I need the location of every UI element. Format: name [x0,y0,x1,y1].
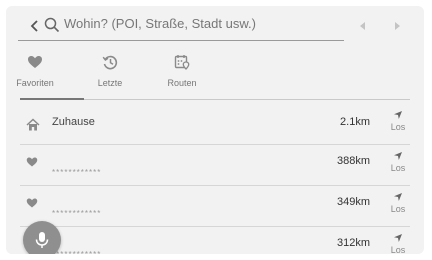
back-icon[interactable] [28,17,42,35]
page-prev-icon[interactable] [357,19,369,31]
heart-icon [27,54,43,70]
go-button[interactable]: Los [386,151,410,173]
tab-label: Letzte [97,78,123,88]
go-label: Los [390,204,406,214]
go-button[interactable]: Los [386,233,410,254]
search-bar: Wohin? (POI, Straße, Stadt usw.) [6,6,424,46]
active-tab-indicator [20,98,84,100]
list-item-favorite[interactable]: ************ 388km Los [6,145,424,185]
route-icon [174,54,190,70]
navigate-arrow-icon [394,152,402,160]
search-underline [18,40,344,41]
list-item-favorite[interactable]: ************ 349km Los [6,186,424,226]
tab-label: Favoriten [16,78,54,88]
list-item-distance: 349km [336,196,370,208]
list-item-title: Zuhause [52,116,95,128]
list-item-favorite[interactable]: ************ 312km Los [6,227,424,254]
go-label: Los [390,163,406,173]
search-icon [44,17,60,33]
list-item-distance: 312km [336,237,370,249]
list-item-home[interactable]: Zuhause 2.1km Los [6,104,424,144]
home-icon [26,118,40,132]
tab-favoriten[interactable]: Favoriten [6,54,64,88]
heart-icon [26,196,40,210]
search-input[interactable]: Wohin? (POI, Straße, Stadt usw.) [64,16,256,31]
page-next-icon[interactable] [391,19,403,31]
list-item-subtitle: ************ [52,168,102,177]
navigate-arrow-icon [394,193,402,201]
list-item-subtitle: ************ [52,250,101,254]
go-label: Los [390,245,406,254]
list-item-distance: 2.1km [340,116,370,128]
navigation-panel: Wohin? (POI, Straße, Stadt usw.) Favorit… [6,6,424,254]
navigate-arrow-icon [394,111,402,119]
voice-input-button[interactable] [23,221,61,254]
heart-icon [26,155,40,169]
list-item-subtitle: ************ [52,209,102,218]
tab-routen[interactable]: Routen [160,54,204,88]
go-button[interactable]: Los [386,192,410,214]
tab-letzte[interactable]: Letzte [90,54,130,88]
navigate-arrow-icon [394,234,402,242]
list-item-distance: 388km [336,155,370,167]
go-label: Los [390,122,406,132]
go-button[interactable]: Los [386,110,410,132]
history-icon [102,54,118,70]
tab-label: Routen [167,78,197,88]
microphone-icon [35,232,49,248]
